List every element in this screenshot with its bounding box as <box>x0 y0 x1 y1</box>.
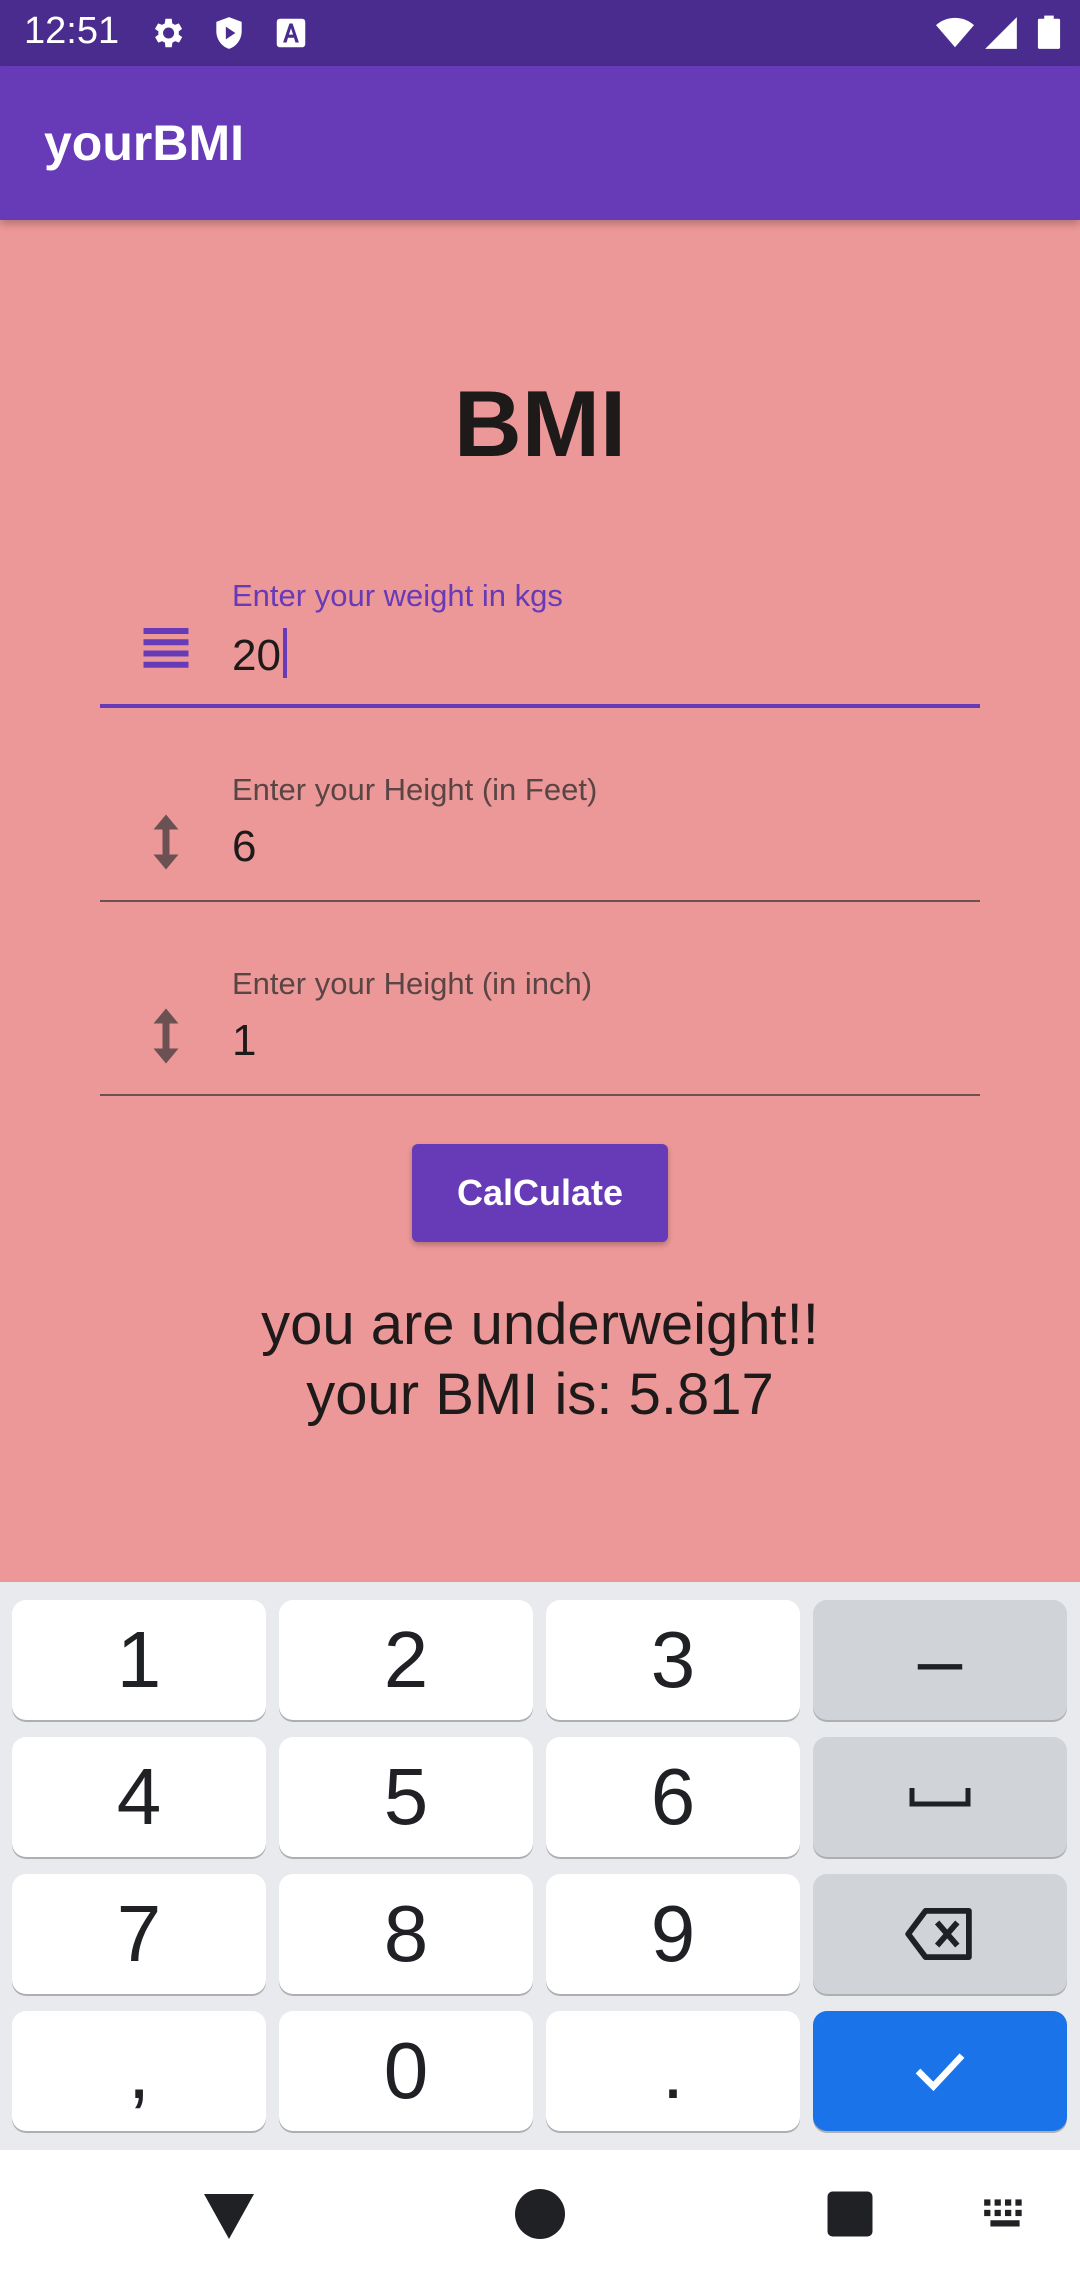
navigation-bar <box>0 2150 1080 2280</box>
status-time: 12:51 <box>24 10 120 52</box>
key-0[interactable]: 0 <box>279 2011 533 2131</box>
key-2[interactable]: 2 <box>279 1600 533 1720</box>
signal-icon <box>985 17 1017 49</box>
keyboard-switch-icon[interactable] <box>980 2184 1030 2244</box>
back-triangle-icon[interactable] <box>199 2184 259 2244</box>
result-bmi: your BMI is: 5.817 <box>306 1362 774 1427</box>
page-title: BMI <box>453 371 627 476</box>
height-inch-field-label: Enter your Height (in inch) <box>232 966 593 1001</box>
key-1[interactable]: 1 <box>12 1600 266 1720</box>
text-cursor <box>282 628 287 678</box>
height-inch-field-value: 1 <box>232 1016 257 1065</box>
height-feet-field-label: Enter your Height (in Feet) <box>232 772 598 807</box>
numeric-keyboard: 1 2 3 – 4 5 6 7 8 9 , 0 . <box>0 1582 1080 2150</box>
vertical-arrows-icon <box>153 1008 179 1064</box>
vertical-arrows-icon <box>153 814 179 870</box>
home-circle-icon[interactable] <box>510 2184 570 2244</box>
weight-field-value-wrap: 20 <box>232 628 287 681</box>
key-8[interactable]: 8 <box>279 1874 533 1994</box>
weight-field-value: 20 <box>232 631 281 680</box>
key-space[interactable] <box>813 1737 1067 1857</box>
recents-square-icon[interactable] <box>820 2184 880 2244</box>
status-bar: 12:51 <box>0 0 1080 66</box>
height-feet-field-value: 6 <box>232 822 257 871</box>
weight-lines-icon <box>143 628 189 668</box>
main-content: BMI Enter your weight in kgs 20 Enter yo… <box>0 220 1080 1582</box>
app-bar: yourBMI <box>0 66 1080 220</box>
key-5[interactable]: 5 <box>279 1737 533 1857</box>
height-inch-field[interactable]: Enter your Height (in inch) 1 <box>100 956 980 1096</box>
play-protect-icon <box>216 17 242 49</box>
key-minus[interactable]: – <box>813 1600 1067 1720</box>
calculate-button[interactable]: CalCulate <box>412 1144 668 1242</box>
key-7[interactable]: 7 <box>12 1874 266 1994</box>
height-feet-field[interactable]: Enter your Height (in Feet) 6 <box>100 762 980 902</box>
font-a-icon <box>276 18 306 48</box>
weight-field[interactable]: Enter your weight in kgs 20 <box>100 568 980 708</box>
key-6[interactable]: 6 <box>546 1737 800 1857</box>
backspace-icon <box>905 1908 972 1960</box>
checkmark-icon <box>915 2053 965 2092</box>
key-comma[interactable]: , <box>12 2011 266 2131</box>
gear-icon <box>154 18 183 48</box>
key-9[interactable]: 9 <box>546 1874 800 1994</box>
result-text: you are underweight!! your BMI is: 5.817 <box>0 1290 1080 1430</box>
key-done[interactable] <box>813 2011 1067 2131</box>
key-period[interactable]: . <box>546 2011 800 2131</box>
height-feet-field-underline <box>100 900 980 902</box>
app-title: yourBMI <box>44 115 244 171</box>
key-3[interactable]: 3 <box>546 1600 800 1720</box>
key-4[interactable]: 4 <box>12 1737 266 1857</box>
wifi-icon <box>936 17 974 48</box>
height-inch-field-underline <box>100 1094 980 1096</box>
result-status: you are underweight!! <box>261 1292 819 1357</box>
key-backspace[interactable] <box>813 1874 1067 1994</box>
weight-field-underline <box>100 704 980 708</box>
battery-icon <box>1037 15 1061 49</box>
weight-field-label: Enter your weight in kgs <box>232 578 563 613</box>
space-bar-icon <box>909 1788 971 1807</box>
